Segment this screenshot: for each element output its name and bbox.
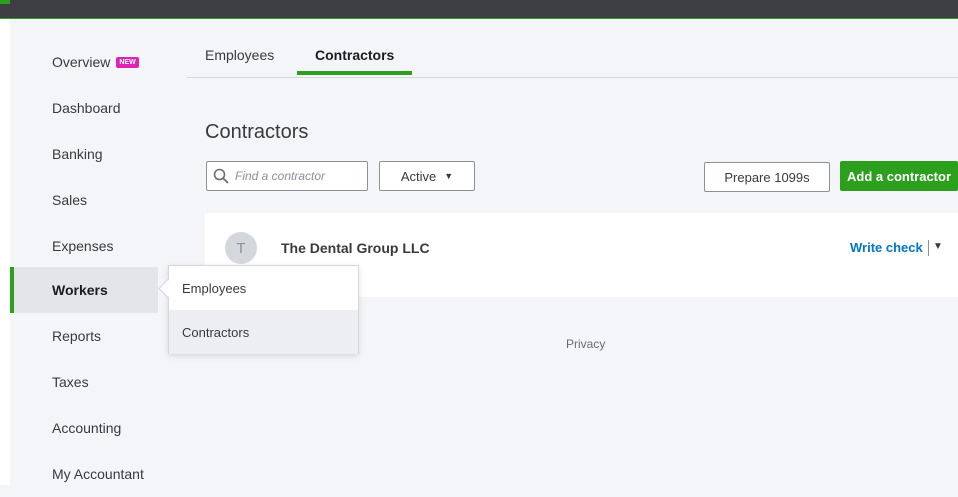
sidebar-item-workers[interactable]: Workers <box>10 267 158 313</box>
sidebar-item-accounting[interactable]: Accounting <box>10 405 158 451</box>
new-badge: NEW <box>116 56 139 68</box>
left-gutter <box>0 19 10 485</box>
sidebar-item-my-accountant[interactable]: My Accountant <box>10 451 158 497</box>
workers-submenu: Employees Contractors <box>168 265 359 354</box>
sidebar-item-label: Sales <box>52 192 88 208</box>
button-label: Add a contractor <box>846 168 951 184</box>
divider <box>928 240 929 256</box>
sidebar-item-sales[interactable]: Sales <box>10 177 158 223</box>
sidebar-item-label: Workers <box>52 282 108 298</box>
tab-bar: Employees Contractors <box>187 19 958 78</box>
button-label: Prepare 1099s <box>724 169 810 185</box>
sidebar: Overview NEW Dashboard Banking Sales Exp… <box>10 19 158 485</box>
sidebar-item-taxes[interactable]: Taxes <box>10 359 158 405</box>
search-input[interactable] <box>233 168 357 184</box>
status-filter-label: Active <box>400 168 437 184</box>
submenu-item-employees[interactable]: Employees <box>169 266 358 310</box>
sidebar-item-dashboard[interactable]: Dashboard <box>10 85 158 131</box>
submenu-item-label: Employees <box>182 280 247 296</box>
top-bar <box>0 0 958 19</box>
prepare-1099s-button[interactable]: Prepare 1099s <box>704 162 830 192</box>
sidebar-item-label: My Accountant <box>52 466 144 482</box>
sidebar-item-label: Dashboard <box>52 100 121 116</box>
sidebar-item-label: Overview <box>52 54 111 70</box>
main-content: Employees Contractors Contractors Active… <box>158 19 958 485</box>
submenu-item-contractors[interactable]: Contractors <box>169 310 358 354</box>
sidebar-item-banking[interactable]: Banking <box>10 131 158 177</box>
caret-down-icon[interactable]: ▼ <box>933 241 943 252</box>
search-box[interactable] <box>206 161 368 191</box>
write-check-link[interactable]: Write check <box>850 240 923 255</box>
search-icon <box>213 168 229 184</box>
contractor-name[interactable]: The Dental Group LLC <box>281 240 430 256</box>
sidebar-item-label: Expenses <box>52 238 114 254</box>
tab-contractors[interactable]: Contractors <box>297 39 413 75</box>
tab-label: Contractors <box>315 47 395 63</box>
add-contractor-button[interactable]: Add a contractor <box>840 161 958 191</box>
avatar: T <box>225 232 257 264</box>
sidebar-item-label: Banking <box>52 146 103 162</box>
sidebar-item-expenses[interactable]: Expenses <box>10 223 158 269</box>
caret-down-icon: ▼ <box>444 171 454 181</box>
sidebar-item-overview[interactable]: Overview NEW <box>10 39 158 85</box>
tab-label: Employees <box>205 47 275 63</box>
page-title: Contractors <box>205 121 309 143</box>
sidebar-item-label: Reports <box>52 328 102 344</box>
submenu-item-label: Contractors <box>182 324 250 340</box>
privacy-link[interactable]: Privacy <box>566 337 605 351</box>
status-filter-dropdown[interactable]: Active ▼ <box>379 161 475 191</box>
tab-employees[interactable]: Employees <box>187 39 292 75</box>
top-bar-accent <box>0 0 10 4</box>
sidebar-item-label: Accounting <box>52 420 122 436</box>
sidebar-item-reports[interactable]: Reports <box>10 313 158 359</box>
sidebar-item-label: Taxes <box>52 374 89 390</box>
